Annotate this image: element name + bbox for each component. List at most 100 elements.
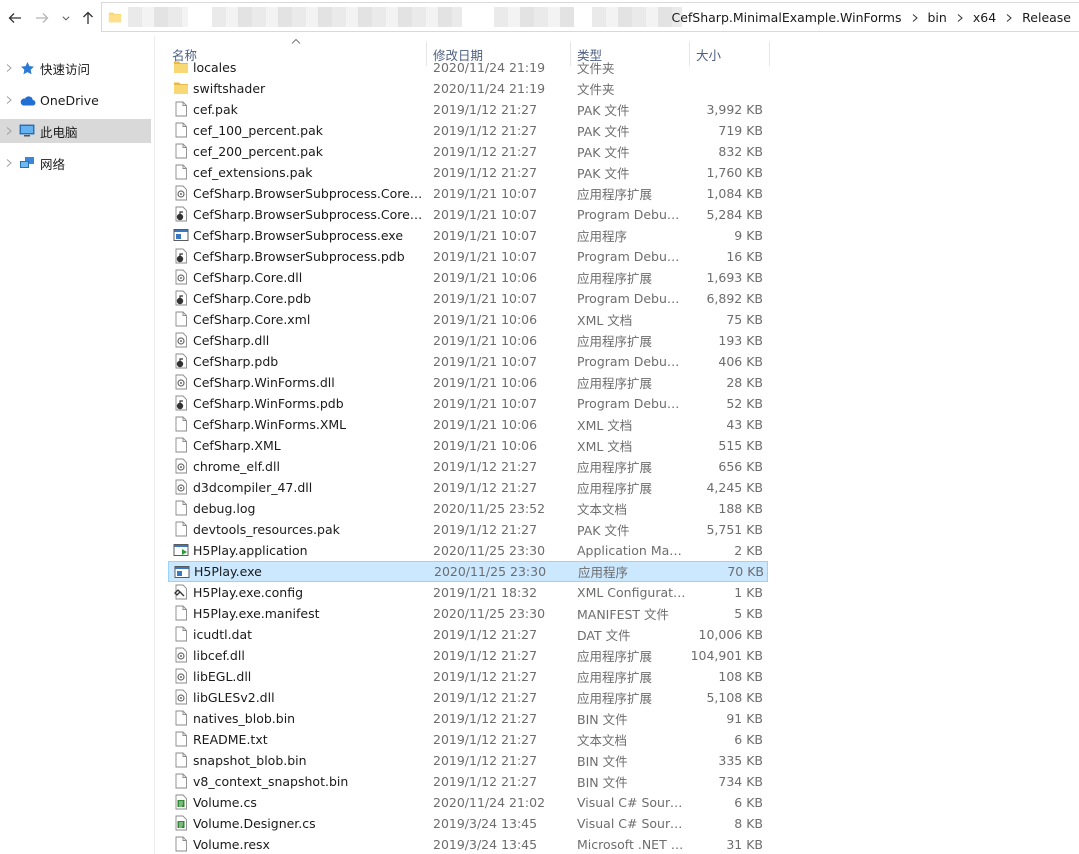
file-size: 5,108 KB	[706, 690, 763, 705]
file-row[interactable]: devtools_resources.pak 2019/1/12 21:27 PAK…	[168, 519, 768, 540]
file-name: natives_blob.bin	[193, 711, 296, 726]
file-row[interactable]: Volume.cs 2020/11/24 21:02 Visual C# Sourc…	[168, 792, 768, 813]
nav-item-onedrive[interactable]: OneDrive	[0, 88, 151, 112]
file-size: 8 KB	[734, 816, 763, 831]
file-name: cef.pak	[193, 102, 238, 117]
file-row[interactable]: CefSharp.Core.pdb 2019/1/21 10:07 Program …	[168, 288, 768, 309]
address-bar[interactable]: CefSharp.MinimalExample.WinForms bin x64 Re…	[101, 2, 1079, 32]
expand-arrow-icon[interactable]	[0, 64, 18, 72]
file-name: libEGL.dll	[193, 669, 252, 684]
file-row[interactable]: locales 2020/11/24 21:19 文件夹	[168, 57, 768, 78]
file-row[interactable]: libGLESv2.dll 2019/1/12 21:27 应用程序扩展 5,108 …	[168, 687, 768, 708]
file-row[interactable]: cef_200_percent.pak 2019/1/12 21:27 PAK 文件…	[168, 141, 768, 162]
file-type: Visual C# Source File	[577, 795, 687, 810]
breadcrumb-chevron-icon[interactable]	[949, 11, 971, 25]
file-date: 2019/1/12 21:27	[433, 648, 538, 663]
file-size: 108 KB	[718, 669, 763, 684]
nav-item-quick-access[interactable]: 快速访问	[0, 56, 151, 80]
file-type: DAT 文件	[577, 628, 631, 643]
file-row[interactable]: H5Play.exe 2020/11/25 23:30 应用程序 70 KB	[168, 561, 768, 582]
file-row[interactable]: cef.pak 2019/1/12 21:27 PAK 文件 3,992 KB	[168, 99, 768, 120]
file-name: devtools_resources.pak	[193, 522, 340, 537]
file-row[interactable]: Volume.resx 2019/3/24 13:45 Microsoft .NET…	[168, 834, 768, 854]
breadcrumb-item[interactable]: bin	[926, 10, 949, 25]
file-name: debug.log	[193, 501, 256, 516]
pdb-file-icon	[173, 206, 189, 222]
nav-item-this-pc[interactable]: 此电脑	[0, 119, 151, 143]
expand-arrow-icon[interactable]	[0, 96, 18, 104]
file-row[interactable]: H5Play.application 2020/11/25 23:30 Applic…	[168, 540, 768, 561]
breadcrumb-item[interactable]: CefSharp.MinimalExample.WinForms	[669, 10, 903, 25]
dll-gear-icon	[173, 185, 189, 201]
star-icon	[18, 60, 36, 76]
file-date: 2020/11/25 23:30	[433, 606, 546, 621]
file-row[interactable]: H5Play.exe.manifest 2020/11/25 23:30 MANIF…	[168, 603, 768, 624]
breadcrumb-item[interactable]: Release	[1020, 10, 1073, 25]
file-type: Application Manifest	[577, 543, 687, 558]
file-icon	[173, 605, 189, 621]
file-row[interactable]: CefSharp.BrowserSubprocess.Core.dll 2019/…	[168, 183, 768, 204]
breadcrumb-chevron-icon[interactable]	[904, 11, 926, 25]
file-type: 文本文档	[577, 733, 628, 748]
file-name: cef_200_percent.pak	[193, 144, 324, 159]
up-button[interactable]	[76, 6, 100, 30]
file-row[interactable]: chrome_elf.dll 2019/1/12 21:27 应用程序扩展 656 K…	[168, 456, 768, 477]
expand-arrow-icon[interactable]	[0, 159, 18, 167]
breadcrumb-item[interactable]: x64	[971, 10, 998, 25]
file-date: 2019/1/12 21:27	[433, 459, 538, 474]
column-divider[interactable]	[769, 42, 770, 66]
file-row[interactable]: swiftshader 2020/11/24 21:19 文件夹	[168, 78, 768, 99]
file-row[interactable]: v8_context_snapshot.bin 2019/1/12 21:27 BI…	[168, 771, 768, 792]
file-date: 2019/1/12 21:27	[433, 753, 538, 768]
back-button[interactable]	[3, 6, 27, 30]
file-row[interactable]: cef_extensions.pak 2019/1/12 21:27 PAK 文件 1…	[168, 162, 768, 183]
file-row[interactable]: CefSharp.WinForms.XML 2019/1/21 10:06 XML …	[168, 414, 768, 435]
expand-arrow-icon[interactable]	[0, 127, 18, 135]
file-row[interactable]: libcef.dll 2019/1/12 21:27 应用程序扩展 104,901 K…	[168, 645, 768, 666]
file-row[interactable]: Volume.Designer.cs 2019/3/24 13:45 Visual …	[168, 813, 768, 834]
file-row[interactable]: cef_100_percent.pak 2019/1/12 21:27 PAK 文件…	[168, 120, 768, 141]
application-manifest-icon	[173, 542, 189, 558]
file-row[interactable]: CefSharp.XML 2019/1/21 10:06 XML 文档 515 KB	[168, 435, 768, 456]
nav-item-network[interactable]: 网络	[0, 151, 151, 175]
file-row[interactable]: snapshot_blob.bin 2019/1/12 21:27 BIN 文件 33…	[168, 750, 768, 771]
file-row[interactable]: d3dcompiler_47.dll 2019/1/12 21:27 应用程序扩展 4…	[168, 477, 768, 498]
file-type: Program Debug Database	[577, 396, 687, 411]
file-row[interactable]: libEGL.dll 2019/1/12 21:27 应用程序扩展 108 KB	[168, 666, 768, 687]
file-row[interactable]: icudtl.dat 2019/1/12 21:27 DAT 文件 10,006 KB	[168, 624, 768, 645]
nav-item-label: OneDrive	[40, 92, 99, 108]
file-row[interactable]: CefSharp.Core.xml 2019/1/21 10:06 XML 文档 75…	[168, 309, 768, 330]
file-type: XML 文档	[577, 418, 633, 433]
file-name: H5Play.exe.config	[193, 585, 304, 600]
file-icon	[173, 710, 189, 726]
file-row[interactable]: CefSharp.Core.dll 2019/1/21 10:06 应用程序扩展 1,…	[168, 267, 768, 288]
forward-button[interactable]	[30, 6, 54, 30]
file-date: 2019/1/12 21:27	[433, 711, 538, 726]
file-row[interactable]: CefSharp.WinForms.dll 2019/1/21 10:06 应用程序…	[168, 372, 768, 393]
breadcrumb-chevron-icon[interactable]	[998, 11, 1020, 25]
file-size: 6 KB	[734, 795, 763, 810]
file-row[interactable]: natives_blob.bin 2019/1/12 21:27 BIN 文件 91 …	[168, 708, 768, 729]
file-row[interactable]: CefSharp.pdb 2019/1/21 10:07 Program Debug…	[168, 351, 768, 372]
file-row[interactable]: CefSharp.BrowserSubprocess.pdb 2019/1/21 …	[168, 246, 768, 267]
file-size: 335 KB	[718, 753, 763, 768]
file-date: 2019/1/21 10:07	[433, 186, 538, 201]
file-row[interactable]: CefSharp.BrowserSubprocess.exe 2019/1/21 …	[168, 225, 768, 246]
file-row[interactable]: CefSharp.dll 2019/1/21 10:06 应用程序扩展 193 KB	[168, 330, 768, 351]
file-row[interactable]: debug.log 2020/11/25 23:52 文本文档 188 KB	[168, 498, 768, 519]
file-icon	[173, 122, 189, 138]
file-date: 2019/1/21 10:07	[433, 228, 538, 243]
recent-locations-button[interactable]	[56, 6, 76, 30]
file-row[interactable]: README.txt 2019/1/12 21:27 文本文档 6 KB	[168, 729, 768, 750]
file-icon	[173, 752, 189, 768]
file-name: H5Play.exe	[194, 564, 262, 579]
file-row[interactable]: H5Play.exe.config 2019/1/21 18:32 XML Conf…	[168, 582, 768, 603]
file-row[interactable]: CefSharp.BrowserSubprocess.Core.pdb 2019/…	[168, 204, 768, 225]
file-icon	[173, 626, 189, 642]
pdb-file-icon	[173, 248, 189, 264]
file-type: 应用程序	[577, 229, 628, 244]
file-row[interactable]: CefSharp.WinForms.pdb 2019/1/21 10:07 Prog…	[168, 393, 768, 414]
nav-item-label: 网络	[40, 156, 66, 172]
pane-divider[interactable]	[154, 36, 155, 854]
file-date: 2020/11/25 23:30	[433, 543, 546, 558]
